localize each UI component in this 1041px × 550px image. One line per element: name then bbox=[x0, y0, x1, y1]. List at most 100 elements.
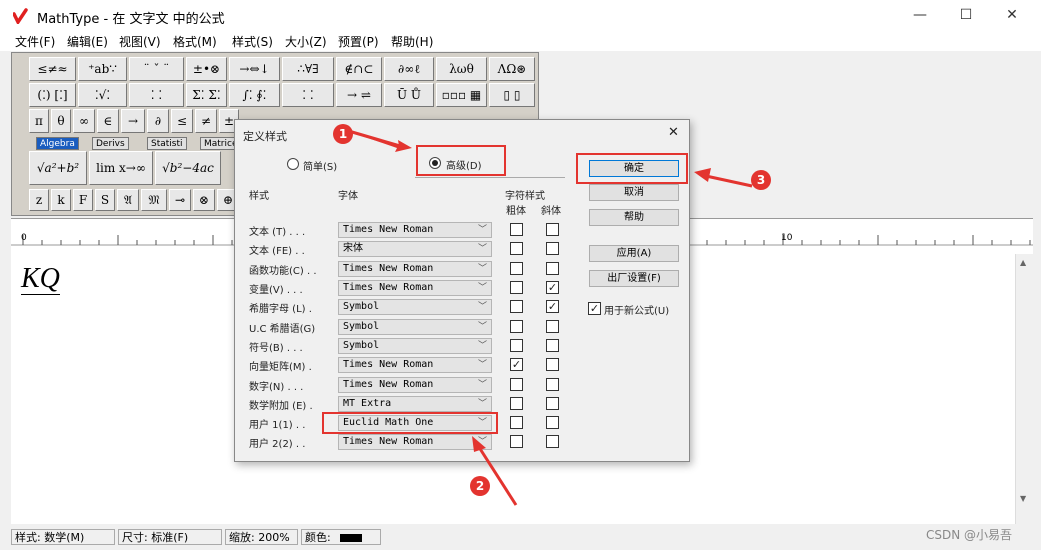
template-discriminant[interactable]: √b²−4ac bbox=[155, 151, 221, 185]
cancel-button[interactable]: 取消 bbox=[589, 184, 679, 201]
italic-checkbox[interactable] bbox=[546, 223, 559, 236]
font-select[interactable]: Symbol ﹀ bbox=[338, 299, 492, 315]
bold-checkbox[interactable] bbox=[510, 281, 523, 294]
palette-misc[interactable]: ∂∞ℓ bbox=[384, 57, 434, 81]
italic-checkbox[interactable]: ✓ bbox=[546, 300, 559, 313]
use-for-new-checkbox[interactable]: ✓ bbox=[588, 302, 601, 315]
palette-S[interactable]: S bbox=[95, 189, 115, 211]
palette-bars[interactable]: ⁚ ⁚ bbox=[282, 83, 334, 107]
bold-checkbox[interactable] bbox=[510, 397, 523, 410]
menu-help[interactable]: 帮助(H) bbox=[391, 33, 433, 50]
palette-boxes[interactable]: ▯ ▯ bbox=[489, 83, 535, 107]
palette-greek-lower[interactable]: λωθ bbox=[436, 57, 487, 81]
palette-leq[interactable]: ≤ bbox=[171, 109, 193, 133]
bold-checkbox[interactable] bbox=[510, 320, 523, 333]
font-select[interactable]: Times New Roman ﹀ bbox=[338, 222, 492, 238]
font-select[interactable]: Times New Roman ﹀ bbox=[338, 434, 492, 450]
palette-sets[interactable]: ∉∩⊂ bbox=[336, 57, 382, 81]
bold-checkbox[interactable] bbox=[510, 262, 523, 275]
font-select[interactable]: Symbol ﹀ bbox=[338, 319, 492, 335]
palette-spaces[interactable]: ⁺ab∵ bbox=[78, 57, 127, 81]
minimize-button[interactable]: — bbox=[897, 0, 943, 31]
close-button[interactable]: ✕ bbox=[989, 0, 1035, 31]
vertical-scrollbar[interactable]: ▲ ▼ bbox=[1015, 254, 1033, 524]
palette-otimes[interactable]: ⊗ bbox=[193, 189, 215, 211]
palette-right-arrow[interactable]: → bbox=[121, 109, 145, 133]
scroll-down-icon[interactable]: ▼ bbox=[1020, 494, 1026, 503]
template-limit[interactable]: lim x→∞ bbox=[89, 151, 153, 185]
palette-infinity[interactable]: ∞ bbox=[73, 109, 95, 133]
bold-checkbox[interactable] bbox=[510, 300, 523, 313]
radio-simple[interactable] bbox=[287, 158, 299, 170]
palette-integrals[interactable]: ∫⁚ ∮⁚ bbox=[229, 83, 280, 107]
palette-scripts[interactable]: ⁚ ⁚ bbox=[129, 83, 184, 107]
palette-arrows[interactable]: →⇔↓ bbox=[229, 57, 280, 81]
palette-relations[interactable]: ≤≠≈ bbox=[29, 57, 76, 81]
palette-element-of[interactable]: ∈ bbox=[97, 109, 119, 133]
menu-view[interactable]: 视图(V) bbox=[119, 33, 161, 50]
palette-fraktur-a[interactable]: 𝔄 bbox=[117, 189, 139, 211]
ok-button[interactable]: 确定 bbox=[589, 160, 679, 177]
menu-file[interactable]: 文件(F) bbox=[15, 33, 55, 50]
palette-F[interactable]: F bbox=[73, 189, 93, 211]
palette-fractions[interactable]: ⁚√⁚ bbox=[78, 83, 127, 107]
palette-sums[interactable]: Σ⁚ Σ⁚ bbox=[186, 83, 227, 107]
apply-button[interactable]: 应用(A) bbox=[589, 245, 679, 262]
tab-statistics[interactable]: Statisti bbox=[147, 137, 187, 150]
italic-checkbox[interactable] bbox=[546, 416, 559, 429]
bold-checkbox[interactable] bbox=[510, 242, 523, 255]
template-pythagoras[interactable]: √a²+b² bbox=[29, 151, 87, 185]
palette-greek-upper[interactable]: ΛΩ⊛ bbox=[489, 57, 535, 81]
menu-style[interactable]: 样式(S) bbox=[232, 33, 273, 50]
scroll-up-icon[interactable]: ▲ bbox=[1020, 258, 1026, 267]
palette-neq[interactable]: ≠ bbox=[195, 109, 217, 133]
palette-logic[interactable]: ∴∀∃ bbox=[282, 57, 334, 81]
italic-checkbox[interactable] bbox=[546, 262, 559, 275]
italic-checkbox[interactable] bbox=[546, 435, 559, 448]
palette-labeled-arrows[interactable]: → ⇌ bbox=[336, 83, 382, 107]
palette-embellishments[interactable]: ¨ ˇ ¨ bbox=[129, 57, 184, 81]
bold-checkbox[interactable]: ✓ bbox=[510, 358, 523, 371]
font-select[interactable]: Times New Roman ﹀ bbox=[338, 261, 492, 277]
palette-matrices[interactable]: ▫▫▫ ▦ bbox=[436, 83, 487, 107]
palette-fraktur-m[interactable]: 𝔐 bbox=[141, 189, 167, 211]
palette-fences[interactable]: (⁚) [⁚] bbox=[29, 83, 76, 107]
bold-checkbox[interactable] bbox=[510, 378, 523, 391]
palette-products[interactable]: Ū Ů bbox=[384, 83, 434, 107]
tab-derivs[interactable]: Derivs bbox=[92, 137, 129, 150]
italic-checkbox[interactable]: ✓ bbox=[546, 281, 559, 294]
palette-z[interactable]: z bbox=[29, 189, 49, 211]
menu-preferences[interactable]: 预置(P) bbox=[338, 33, 379, 50]
palette-k[interactable]: k bbox=[51, 189, 71, 211]
factory-settings-button[interactable]: 出厂设置(F) bbox=[589, 270, 679, 287]
bold-checkbox[interactable] bbox=[510, 416, 523, 429]
menu-edit[interactable]: 编辑(E) bbox=[67, 33, 108, 50]
palette-operators[interactable]: ±•⊗ bbox=[186, 57, 227, 81]
dialog-close-button[interactable]: ✕ bbox=[668, 125, 679, 140]
bold-checkbox[interactable] bbox=[510, 223, 523, 236]
italic-checkbox[interactable] bbox=[546, 397, 559, 410]
font-select[interactable]: MT Extra ﹀ bbox=[338, 396, 492, 412]
italic-checkbox[interactable] bbox=[546, 358, 559, 371]
radio-advanced[interactable] bbox=[429, 157, 441, 169]
bold-checkbox[interactable] bbox=[510, 435, 523, 448]
menu-size[interactable]: 大小(Z) bbox=[285, 33, 327, 50]
font-select[interactable]: Euclid Math One ﹀ bbox=[338, 415, 492, 431]
font-select[interactable]: Symbol ﹀ bbox=[338, 338, 492, 354]
maximize-button[interactable]: ☐ bbox=[943, 0, 989, 31]
font-select[interactable]: 宋体 ﹀ bbox=[338, 241, 492, 257]
help-button[interactable]: 帮助 bbox=[589, 209, 679, 226]
palette-multimap[interactable]: ⊸ bbox=[169, 189, 191, 211]
tab-algebra[interactable]: Algebra bbox=[36, 137, 79, 150]
palette-pi[interactable]: π bbox=[29, 109, 49, 133]
bold-checkbox[interactable] bbox=[510, 339, 523, 352]
italic-checkbox[interactable] bbox=[546, 339, 559, 352]
palette-partial[interactable]: ∂ bbox=[147, 109, 169, 133]
palette-theta[interactable]: θ bbox=[51, 109, 71, 133]
italic-checkbox[interactable] bbox=[546, 378, 559, 391]
font-select[interactable]: Times New Roman ﹀ bbox=[338, 377, 492, 393]
italic-checkbox[interactable] bbox=[546, 320, 559, 333]
menu-format[interactable]: 格式(M) bbox=[173, 33, 217, 50]
font-select[interactable]: Times New Roman ﹀ bbox=[338, 280, 492, 296]
equation-text[interactable]: KQ bbox=[21, 264, 60, 295]
